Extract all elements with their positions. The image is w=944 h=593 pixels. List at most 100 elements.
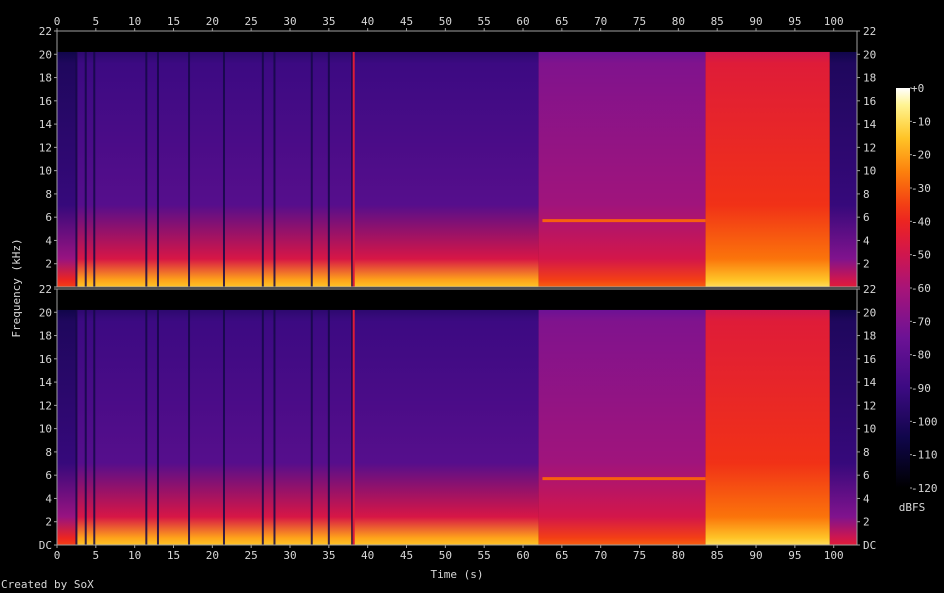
silence-gap: [84, 309, 87, 545]
x-tick-label: 0: [54, 15, 61, 28]
y-tick-label: DC: [863, 539, 876, 552]
silence-gap: [273, 309, 276, 545]
y-tick-label: 10: [863, 165, 876, 178]
y-tick-label: 12: [39, 141, 52, 154]
y-tick-label: 22: [39, 283, 52, 296]
silence-gap: [222, 51, 225, 288]
x-tick-label: 10: [128, 549, 141, 562]
spectral-segment: [829, 51, 857, 288]
colorbar-tick-label: -70: [911, 315, 931, 328]
y-tick-label: 8: [45, 188, 52, 201]
x-tick-label: 50: [439, 15, 452, 28]
colorbar-tick-label: -60: [911, 282, 931, 295]
spectral-segment: [57, 309, 77, 545]
silence-gap: [327, 309, 330, 545]
y-tick-label: 20: [863, 306, 876, 319]
colorbar-gradient: [896, 88, 910, 488]
colorbar-tick-label: -80: [911, 349, 931, 362]
silence-gap: [93, 51, 96, 288]
y-tick-label: 10: [863, 423, 876, 436]
silence-gap: [222, 309, 225, 545]
x-tick-label: 30: [283, 549, 296, 562]
credit-text: Created by SoX: [1, 578, 94, 591]
x-axis-label: Time (s): [431, 568, 484, 581]
x-tick-label: 25: [245, 549, 258, 562]
silence-gap: [75, 51, 78, 288]
y-tick-label: 16: [39, 353, 52, 366]
y-tick-label: 20: [39, 48, 52, 61]
x-tick-label: 85: [711, 549, 724, 562]
x-tick-label: 90: [749, 15, 762, 28]
y-tick-label: 12: [863, 141, 876, 154]
y-tick-label: 4: [45, 492, 52, 505]
y-tick-label: 2: [45, 258, 52, 271]
x-tick-label: 40: [361, 549, 374, 562]
silence-gap: [261, 309, 264, 545]
silence-gap: [93, 309, 96, 545]
x-tick-label: 75: [633, 549, 646, 562]
spectral-segment: [57, 51, 77, 288]
x-tick-label: 35: [322, 549, 335, 562]
silence-gap: [84, 51, 87, 288]
x-tick-label: 35: [322, 15, 335, 28]
silence-gap: [310, 309, 313, 545]
colorbar-tick-label: -50: [911, 249, 931, 262]
spectral-segment: [705, 51, 830, 288]
silence-gap: [156, 51, 159, 288]
x-tick-label: 45: [400, 15, 413, 28]
x-tick-label: 45: [400, 549, 413, 562]
x-tick-label: 95: [788, 549, 801, 562]
x-tick-label: 60: [516, 549, 529, 562]
x-tick-label: 55: [478, 15, 491, 28]
x-tick-label: 65: [555, 15, 568, 28]
x-tick-label: 65: [555, 549, 568, 562]
spectral-segment: [829, 309, 857, 545]
y-tick-label: 18: [863, 72, 876, 85]
y-tick-label: 16: [863, 95, 876, 108]
colorbar-tick-label: -100: [911, 415, 938, 428]
x-tick-label: 70: [594, 15, 607, 28]
y-tick-label: 16: [39, 95, 52, 108]
x-tick-label: 80: [672, 549, 685, 562]
y-tick-label: 22: [863, 283, 876, 296]
silence-gap: [145, 51, 148, 288]
x-tick-label: 75: [633, 15, 646, 28]
silence-gap: [310, 51, 313, 288]
y-tick-label: 14: [863, 118, 877, 131]
y-tick-label: 2: [863, 516, 870, 529]
y-tick-label: 12: [39, 399, 52, 412]
y-tick-label: 2: [45, 516, 52, 529]
y-tick-label: 4: [45, 234, 52, 247]
x-tick-label: 10: [128, 15, 141, 28]
y-tick-label: 22: [863, 25, 876, 38]
y-tick-label: 4: [863, 492, 870, 505]
transient-line: [352, 51, 355, 288]
x-tick-label: 30: [283, 15, 296, 28]
x-tick-label: 15: [167, 549, 180, 562]
y-tick-label: 18: [39, 72, 52, 85]
spectral-segment: [538, 309, 706, 545]
y-tick-label: 8: [863, 188, 870, 201]
transient-line: [352, 309, 355, 545]
x-tick-label: 20: [206, 549, 219, 562]
silence-gap: [188, 51, 191, 288]
y-tick-label: 8: [863, 446, 870, 459]
channel-panel-1: [56, 30, 858, 288]
x-tick-label: 85: [711, 15, 724, 28]
y-tick-label: 8: [45, 446, 52, 459]
y-axis-label: Frequency (kHz): [10, 238, 23, 337]
y-tick-label: 20: [863, 48, 876, 61]
y-tick-label: 10: [39, 423, 52, 436]
x-tick-label: 40: [361, 15, 374, 28]
y-tick-label: 10: [39, 165, 52, 178]
x-tick-label: 60: [516, 15, 529, 28]
colorbar-tick-label: -40: [911, 215, 931, 228]
y-tick-label: 18: [863, 330, 876, 343]
y-tick-label: 14: [863, 376, 877, 389]
y-tick-label: 12: [863, 399, 876, 412]
x-tick-label: 95: [788, 15, 801, 28]
silence-gap: [156, 309, 159, 545]
x-tick-label: 25: [245, 15, 258, 28]
y-tick-label: 6: [863, 211, 870, 224]
colorbar-tick-label: +0: [911, 82, 924, 95]
